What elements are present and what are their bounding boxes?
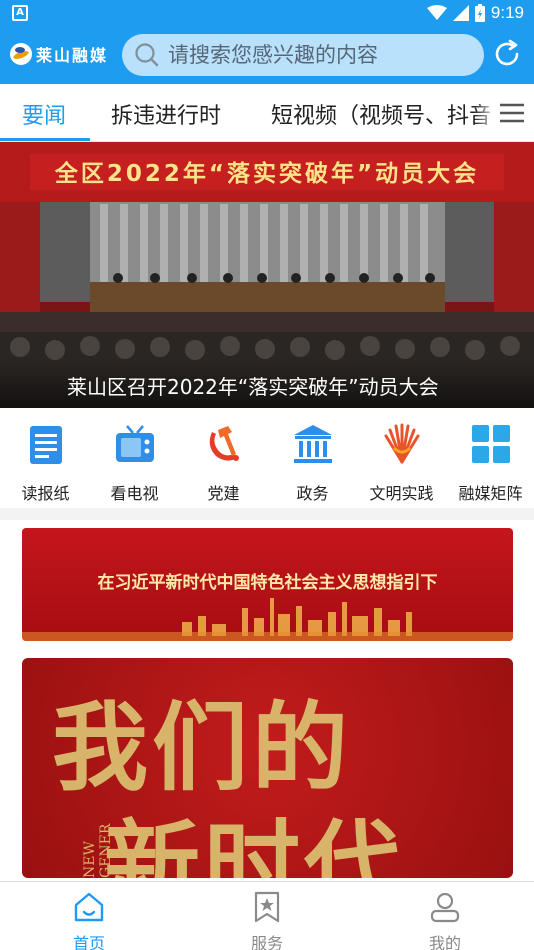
party-emblem-icon	[209, 426, 239, 461]
matrix-grid-icon	[471, 425, 510, 463]
active-tab-indicator	[0, 138, 90, 141]
banner-caption: 莱山区召开2022年“落实突破年”动员大会	[67, 375, 439, 399]
headline-banner[interactable]: 全区2022年“落实突破年”动员大会 莱山区召开2022年“落实突破年”动员大会	[0, 142, 534, 408]
banner-slogan: 全区2022年“落实突破年”动员大会	[54, 160, 479, 187]
quick-link-matrix[interactable]: 融媒矩阵	[447, 408, 534, 508]
nav-label: 我的	[428, 934, 461, 950]
promo-card-new-era[interactable]: 我们的 NEW GENER 新时代	[22, 658, 513, 878]
home-icon	[74, 892, 104, 922]
app-header: 莱山融媒	[0, 28, 534, 84]
search-input[interactable]	[168, 43, 468, 67]
status-bar: A 9:19	[0, 0, 534, 28]
quick-link-party[interactable]: 党建	[180, 408, 267, 508]
government-building-icon	[293, 425, 332, 463]
newspaper-icon	[29, 426, 62, 464]
app-logo[interactable]: 莱山融媒	[10, 42, 108, 66]
quick-link-label: 融媒矩阵	[458, 484, 523, 503]
tab-headlines[interactable]: 要闻	[22, 98, 66, 130]
quick-link-label: 政务	[296, 484, 329, 503]
nav-services[interactable]: 服务	[178, 882, 356, 950]
search-bar[interactable]	[122, 34, 484, 76]
user-icon	[430, 892, 460, 923]
nav-home[interactable]: 首页	[0, 882, 178, 950]
tv-icon	[115, 425, 154, 462]
promo-card-title: 在习近平新时代中国特色社会主义思想指引下	[97, 573, 438, 593]
channel-tabs: 要闻 拆违进行时 短视频（视频号、抖音	[0, 84, 534, 142]
star-bookmark-icon	[254, 891, 280, 923]
civilization-practice-icon	[384, 423, 419, 464]
search-icon	[135, 43, 159, 67]
wifi-icon	[426, 5, 447, 20]
quick-link-civilization[interactable]: 文明实践	[358, 408, 445, 508]
section-divider	[0, 508, 534, 520]
channel-menu-icon[interactable]	[498, 102, 526, 124]
logo-mark-icon	[10, 43, 32, 65]
quick-link-government[interactable]: 政务	[269, 408, 356, 508]
tab-short-video[interactable]: 短视频（视频号、抖音	[271, 98, 491, 130]
app-name: 莱山融媒	[36, 46, 109, 65]
quick-link-label: 文明实践	[369, 484, 434, 503]
quick-link-label: 党建	[207, 484, 240, 503]
signal-icon	[452, 5, 469, 21]
clock: 9:19	[490, 3, 524, 22]
refresh-icon[interactable]	[492, 39, 522, 69]
promo-card-headline-2: 新时代	[104, 809, 404, 878]
nav-label: 首页	[72, 934, 105, 950]
nav-label: 服务	[250, 934, 283, 950]
quick-link-newspaper[interactable]: 读报纸	[2, 408, 89, 508]
quick-link-tv[interactable]: 看电视	[91, 408, 178, 508]
status-icons: 9:19	[426, 3, 524, 23]
bottom-navigation: 首页 服务 我的	[0, 881, 534, 950]
tab-demolition[interactable]: 拆违进行时	[111, 98, 221, 130]
nav-profile[interactable]: 我的	[356, 882, 534, 950]
battery-icon	[474, 4, 485, 22]
quick-link-label: 看电视	[110, 484, 159, 503]
promo-card-banner[interactable]: 在习近平新时代中国特色社会主义思想指引下	[22, 528, 513, 641]
quick-link-label: 读报纸	[21, 484, 70, 503]
accessibility-indicator-icon: A	[12, 5, 28, 21]
quick-links: 读报纸 看电视 党建 政务 文明实践 融媒矩阵	[0, 408, 534, 508]
